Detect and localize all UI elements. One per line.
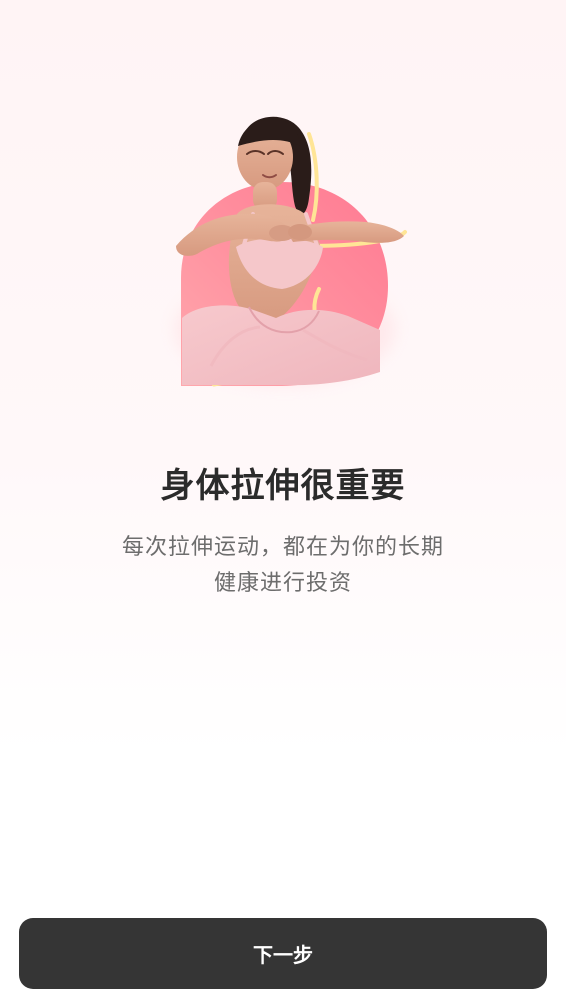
next-button[interactable]: 下一步 — [19, 918, 547, 989]
page-subtitle: 每次拉伸运动，都在为你的长期健康进行投资 — [121, 535, 444, 596]
hero-illustration — [0, 0, 566, 440]
stretching-woman-illustration — [175, 116, 407, 387]
page-title: 身体拉伸很重要 — [160, 466, 406, 506]
